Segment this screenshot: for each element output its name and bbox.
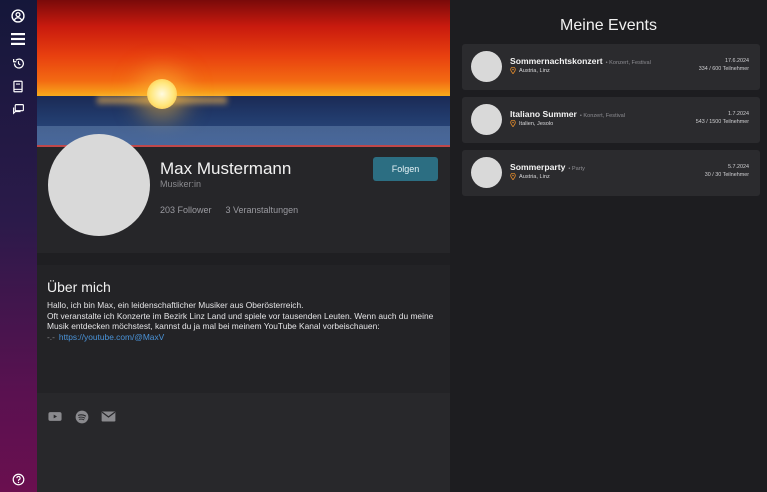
event-location: Italien, Jesolo bbox=[510, 120, 553, 127]
event-name: Italiano Summer bbox=[510, 109, 577, 119]
event-location: Austria, Linz bbox=[510, 173, 550, 180]
event-thumbnail bbox=[471, 104, 502, 135]
event-title-row: Sommernachtskonzert • Konzert, Festival bbox=[510, 56, 651, 66]
event-location-label: Italien, Jesolo bbox=[519, 120, 554, 127]
about-line: Hallo, ich bin Max, ein leidenschaftlich… bbox=[47, 300, 304, 310]
about-text: Hallo, ich bin Max, ein leidenschaftlich… bbox=[47, 300, 440, 343]
social-links bbox=[37, 393, 450, 492]
youtube-link[interactable]: https://youtube.com/@MaxV bbox=[59, 332, 164, 342]
history-icon[interactable] bbox=[10, 55, 26, 71]
event-date: 1.7.2024 bbox=[728, 111, 749, 117]
account-icon[interactable] bbox=[10, 8, 26, 24]
link-prefix: -.- bbox=[47, 331, 55, 342]
event-date: 17.6.2024 bbox=[725, 58, 749, 64]
profile-panel: Max Mustermann Musiker:in 203 Follower 3… bbox=[37, 0, 450, 492]
event-card[interactable]: Sommerparty • Party Austria, Linz 5.7.202… bbox=[462, 150, 760, 196]
location-pin-icon bbox=[510, 120, 516, 127]
avatar[interactable] bbox=[48, 134, 150, 236]
profile-name: Max Mustermann bbox=[160, 159, 292, 178]
chat-icon[interactable] bbox=[10, 101, 26, 117]
event-location-label: Austria, Linz bbox=[519, 173, 550, 180]
event-participants: 30 / 30 Teilnehmer bbox=[704, 172, 749, 178]
youtube-icon[interactable] bbox=[47, 409, 62, 424]
spotify-icon[interactable] bbox=[74, 409, 89, 424]
profile-role: Musiker:in bbox=[160, 179, 202, 189]
event-category: • Konzert, Festival bbox=[605, 60, 651, 66]
sidebar bbox=[0, 0, 37, 492]
events-count[interactable]: 3 Veranstaltungen bbox=[226, 205, 299, 215]
event-participants: 543 / 1500 Teilnehmer bbox=[695, 119, 749, 125]
events-title: Meine Events bbox=[560, 17, 657, 34]
events-panel: Meine Events Sommernachtskonzert • Konzer… bbox=[450, 0, 767, 492]
event-category: • Party bbox=[568, 166, 585, 172]
profile-stats: 203 Follower 3 Veranstaltungen bbox=[160, 205, 298, 215]
about-section: Über mich Hallo, ich bin Max, ein leiden… bbox=[37, 265, 450, 393]
about-title: Über mich bbox=[47, 279, 111, 295]
event-participants: 334 / 600 Teilnehmer bbox=[698, 66, 749, 72]
event-title-row: Sommerparty • Party bbox=[510, 162, 585, 172]
event-card[interactable]: Sommernachtskonzert • Konzert, Festival A… bbox=[462, 44, 760, 90]
event-name: Sommerparty bbox=[510, 162, 566, 172]
profile-banner-image bbox=[37, 0, 450, 147]
follow-button[interactable]: Folgen bbox=[373, 157, 438, 181]
menu-icon[interactable] bbox=[10, 31, 26, 47]
event-location: Austria, Linz bbox=[510, 67, 550, 74]
event-name: Sommernachtskonzert bbox=[510, 56, 603, 66]
event-thumbnail bbox=[471, 157, 502, 188]
event-thumbnail bbox=[471, 51, 502, 82]
location-pin-icon bbox=[510, 173, 516, 180]
about-line: Oft veranstalte ich Konzerte im Bezirk L… bbox=[47, 310, 434, 332]
event-location-label: Austria, Linz bbox=[519, 67, 550, 74]
book-icon[interactable] bbox=[10, 78, 26, 94]
location-pin-icon bbox=[510, 67, 516, 74]
banner-sun bbox=[147, 79, 177, 109]
mail-icon[interactable] bbox=[101, 409, 116, 424]
event-card[interactable]: Italiano Summer • Konzert, Festival Itali… bbox=[462, 97, 760, 143]
help-icon[interactable] bbox=[10, 471, 26, 487]
app-root: Max Mustermann Musiker:in 203 Follower 3… bbox=[0, 0, 767, 492]
event-date: 5.7.2024 bbox=[728, 164, 749, 170]
about-link-row: -.- https://youtube.com/@MaxV bbox=[47, 332, 440, 343]
event-title-row: Italiano Summer • Konzert, Festival bbox=[510, 109, 625, 119]
follower-count[interactable]: 203 Follower bbox=[160, 205, 212, 215]
event-category: • Konzert, Festival bbox=[579, 113, 626, 119]
